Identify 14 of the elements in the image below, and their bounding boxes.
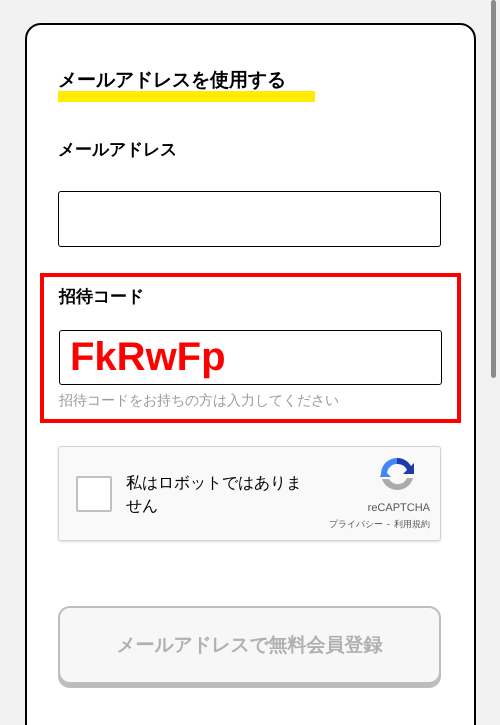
link-separator: - [386, 519, 390, 531]
invite-code-field[interactable]: FkRwFp [59, 330, 442, 385]
field-label: メールアドレス [58, 139, 178, 162]
captcha-brand: reCAPTCHA [368, 501, 430, 515]
section-title: メールアドレスを使用する [58, 68, 287, 93]
privacy-link[interactable]: プライバシー [328, 519, 383, 531]
captcha-checkbox[interactable] [76, 476, 112, 512]
field-hint: 招待コードをお持ちの方は入力してください [59, 392, 340, 411]
captcha-label: 私はロボットではありません [126, 472, 303, 516]
scrollbar[interactable] [491, 0, 496, 378]
recaptcha-logo-icon [378, 455, 416, 493]
terms-link[interactable]: 利用規約 [394, 519, 430, 531]
email-field[interactable] [58, 191, 441, 247]
field-label: 招待コード [59, 286, 145, 309]
